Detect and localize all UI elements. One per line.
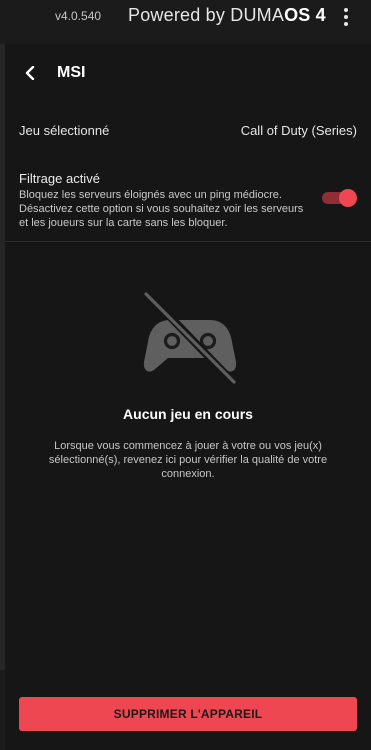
kebab-menu-icon[interactable] (340, 6, 352, 28)
panel-header: MSI (5, 54, 371, 94)
powered-by-brand: OS 4 (284, 5, 326, 25)
chevron-left-icon[interactable] (22, 62, 38, 84)
selected-game-row[interactable]: Jeu sélectionné Call of Duty (Series) (5, 118, 371, 144)
empty-state-description: Lorsque vous commencez à jouer à votre o… (48, 440, 328, 480)
device-panel (5, 44, 371, 750)
toggle-knob (339, 189, 357, 207)
filtering-description: Bloquez les serveurs éloignés avec un pi… (19, 189, 304, 229)
filtering-toggle[interactable] (322, 189, 357, 207)
gamepad-off-icon (140, 290, 240, 386)
selected-game-label: Jeu sélectionné (19, 123, 110, 138)
filtering-title: Filtrage activé (19, 171, 100, 186)
selected-game-value[interactable]: Call of Duty (Series) (241, 123, 357, 138)
powered-by-label: Powered by DUMAOS 4 (128, 5, 326, 26)
powered-by-prefix: Powered by DUMA (128, 5, 285, 25)
empty-state-title: Aucun jeu en cours (123, 406, 253, 422)
top-bar: v4.0.540 Powered by DUMAOS 4 (0, 0, 371, 34)
delete-device-button[interactable]: SUPPRIMER L'APPAREIL (19, 697, 357, 731)
version-label: v4.0.540 (55, 9, 102, 23)
filtering-section: Filtrage activé Bloquez les serveurs élo… (5, 166, 371, 236)
page-title: MSI (57, 64, 86, 81)
section-divider (5, 241, 371, 242)
